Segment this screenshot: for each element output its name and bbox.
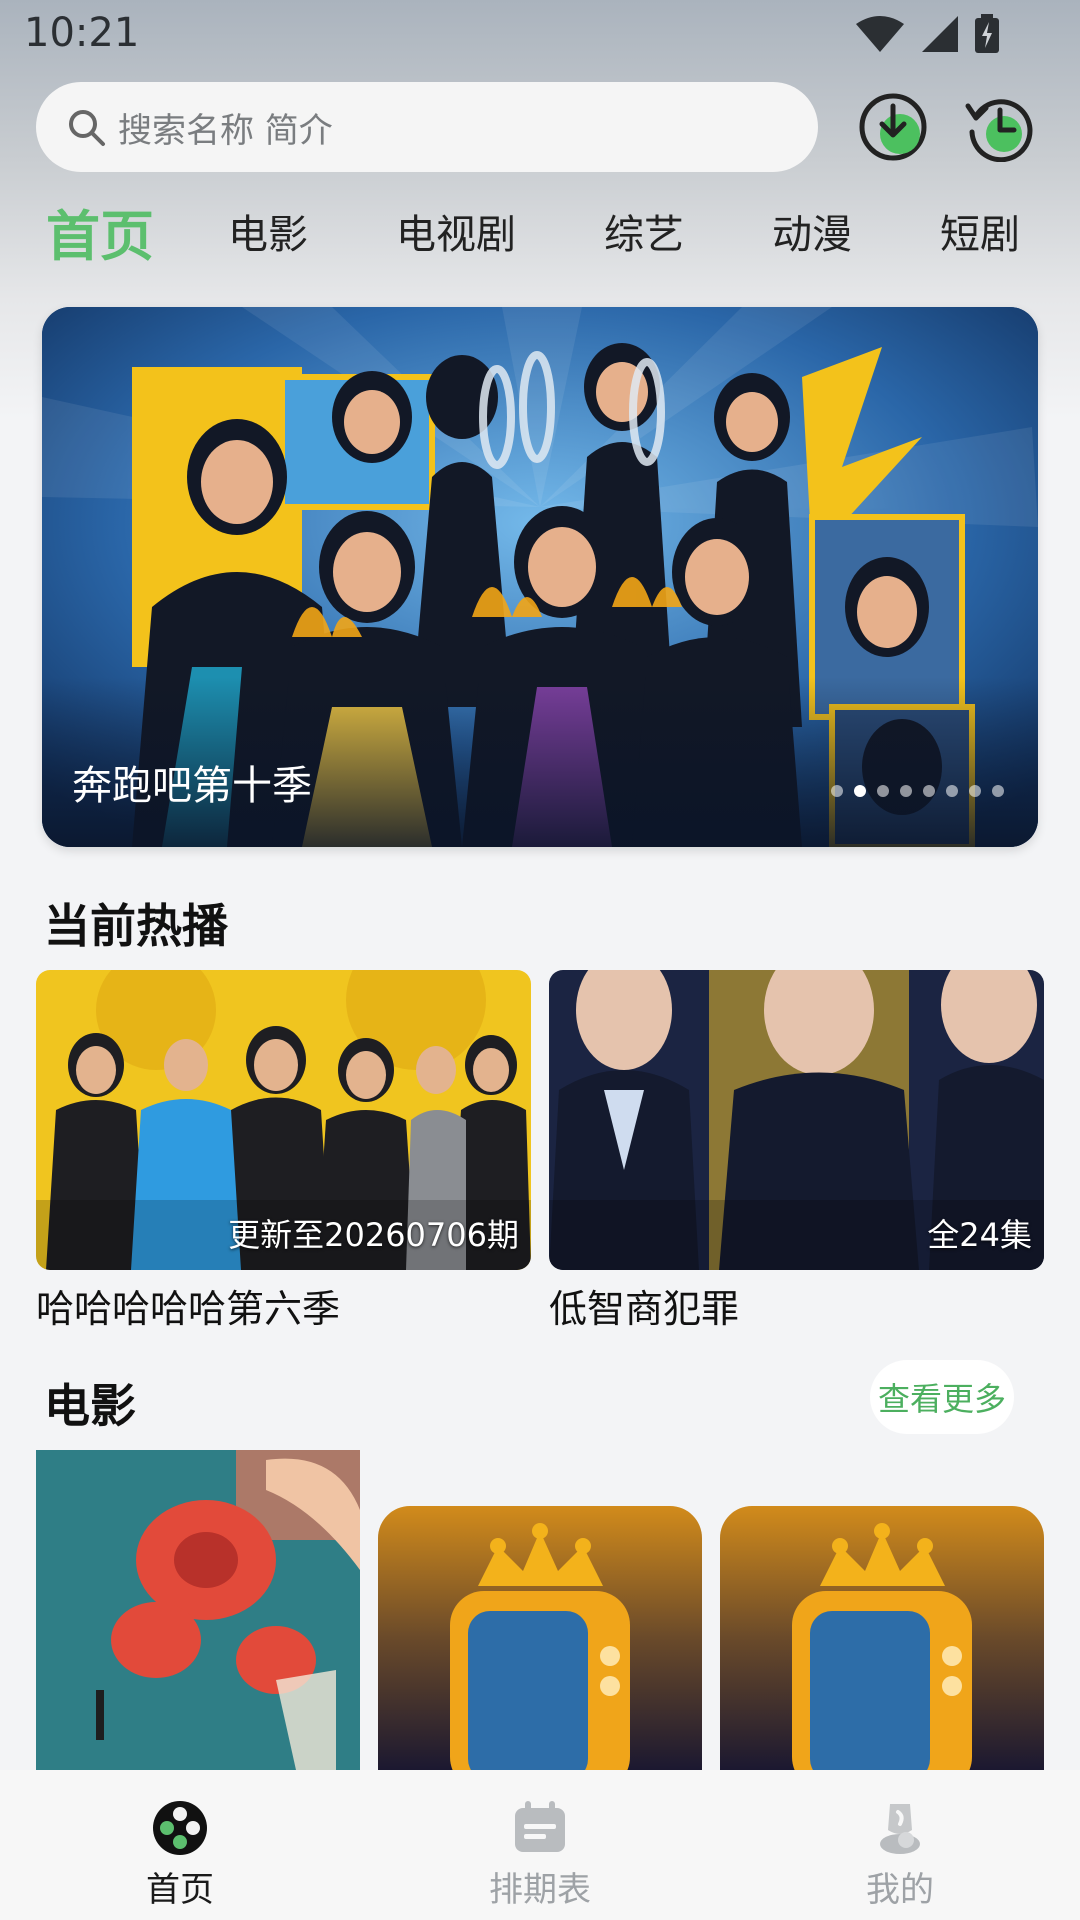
banner-dot[interactable] <box>877 785 889 797</box>
banner-dot[interactable] <box>969 785 981 797</box>
download-icon[interactable] <box>858 92 928 162</box>
movie-poster-placeholder[interactable] <box>378 1506 702 1770</box>
search-box[interactable]: 搜索名称 简介 <box>36 82 818 172</box>
banner-dot[interactable] <box>992 785 1004 797</box>
tab-anime[interactable]: 动漫 <box>772 202 852 260</box>
tab-short-drama[interactable]: 短剧 <box>940 202 1020 260</box>
tab-variety[interactable]: 综艺 <box>604 202 684 260</box>
tab-tv-series[interactable]: 电视剧 <box>396 202 516 260</box>
app-screen: 10:21 搜索名称 简介 首页 电影 电视剧 综艺 动漫 短剧 奔跑吧第十季 … <box>0 0 1080 1920</box>
banner-pagination <box>831 785 1004 797</box>
now-playing-title: 当前热播 <box>44 899 228 953</box>
tv-crown-icon <box>792 1523 972 1770</box>
see-more-button[interactable]: 查看更多 <box>870 1360 1014 1434</box>
nav-home[interactable]: 首页 <box>60 1770 300 1920</box>
nav-profile-label: 我的 <box>866 1870 934 1910</box>
banner-dot[interactable] <box>946 785 958 797</box>
tab-movie[interactable]: 电影 <box>228 202 308 260</box>
nav-profile[interactable]: 我的 <box>780 1770 1020 1920</box>
status-bar: 10:21 <box>0 0 1080 72</box>
now-playing-card[interactable]: 全24集 <box>549 970 1044 1270</box>
status-time: 10:21 <box>24 10 140 56</box>
profile-icon <box>880 1804 920 1854</box>
banner-dot-active[interactable] <box>854 785 866 797</box>
status-icons <box>854 14 1000 54</box>
movie-poster-placeholder[interactable] <box>720 1506 1044 1770</box>
movie-poster[interactable] <box>36 1450 360 1770</box>
card-episode-badge: 全24集 <box>927 1216 1032 1254</box>
banner-dot[interactable] <box>831 785 843 797</box>
search-placeholder: 搜索名称 简介 <box>118 110 333 151</box>
nav-schedule-label: 排期表 <box>489 1870 591 1910</box>
schedule-icon <box>515 1801 565 1852</box>
card-episode-badge: 更新至20260706期 <box>228 1216 519 1254</box>
category-tabs: 首页 电影 电视剧 综艺 动漫 短剧 <box>0 192 1080 272</box>
banner-title: 奔跑吧第十季 <box>72 763 312 809</box>
nav-schedule[interactable]: 排期表 <box>420 1770 660 1920</box>
search-icon <box>69 110 105 146</box>
nav-home-label: 首页 <box>146 1870 214 1910</box>
battery-icon <box>975 14 999 53</box>
history-icon[interactable] <box>964 92 1034 162</box>
movies-section-title: 电影 <box>44 1379 136 1433</box>
tv-crown-icon <box>450 1523 630 1770</box>
hero-banner[interactable]: 奔跑吧第十季 <box>42 307 1038 847</box>
movie-poster-image <box>36 1450 360 1770</box>
signal-icon <box>922 16 958 52</box>
now-playing-card[interactable]: 更新至20260706期 <box>36 970 531 1270</box>
bottom-nav: 首页 排期表 我的 <box>0 1770 1080 1920</box>
card-title[interactable]: 低智商犯罪 <box>549 1278 739 1333</box>
home-film-reel-icon <box>153 1801 207 1855</box>
tab-home[interactable]: 首页 <box>46 192 154 271</box>
card-title[interactable]: 哈哈哈哈哈第六季 <box>36 1278 340 1333</box>
banner-dot[interactable] <box>923 785 935 797</box>
banner-dot[interactable] <box>900 785 912 797</box>
wifi-icon <box>856 16 904 52</box>
